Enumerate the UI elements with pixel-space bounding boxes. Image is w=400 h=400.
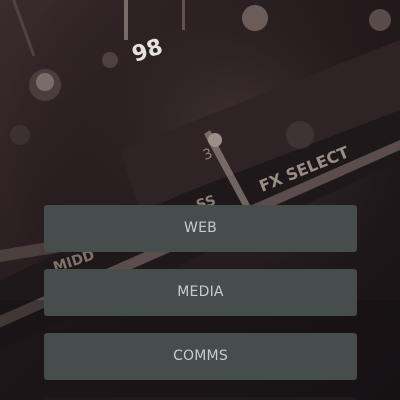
web-button[interactable]: WEB	[44, 205, 357, 252]
media-button[interactable]: MEDIA	[44, 269, 357, 316]
main-menu: WEB MEDIA COMMS	[44, 205, 357, 400]
app-screen: 98 FX SELECT 3 SS MIDD WEB MEDIA COMMS	[0, 0, 400, 400]
comms-button[interactable]: COMMS	[44, 333, 357, 380]
